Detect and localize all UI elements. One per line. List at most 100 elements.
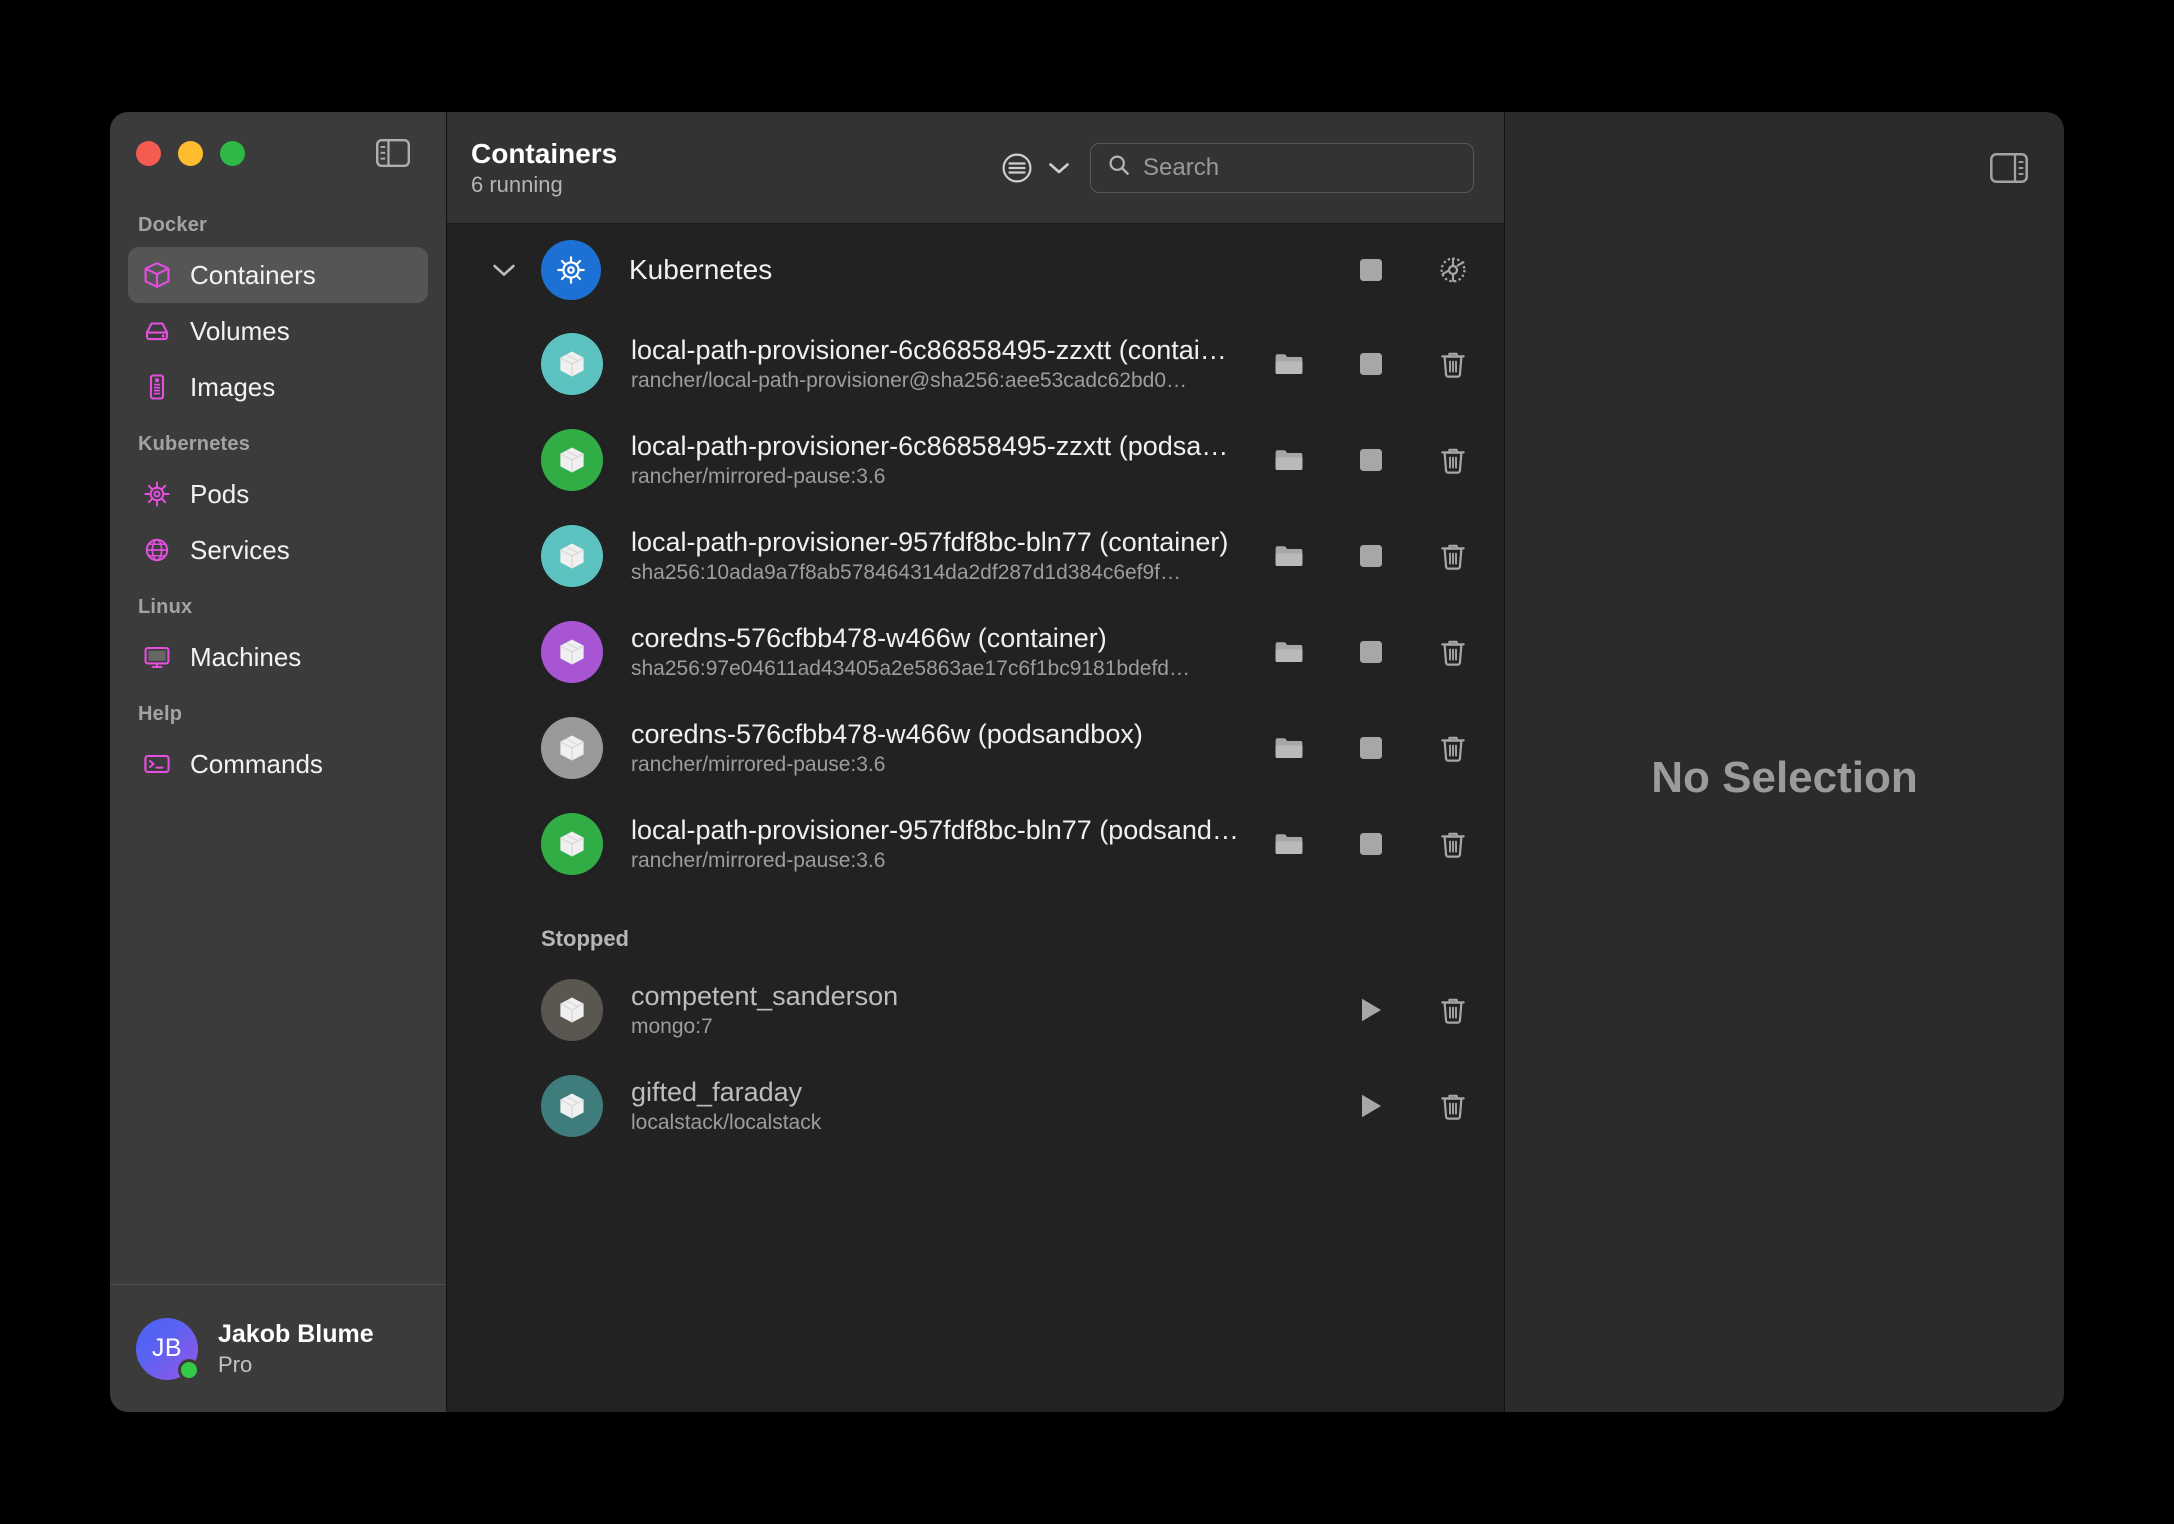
sidebar-nav: Docker Containers Volumes Images Kuberne… [110,194,446,1284]
container-row[interactable]: gifted_faraday localstack/localstack [447,1058,1504,1154]
container-name: gifted_faraday [631,1077,803,1107]
main-content: Containers 6 running Search Kubernetes l… [447,112,1504,1412]
folder-icon[interactable] [1268,439,1310,481]
sidebar-item-pods[interactable]: Pods [128,466,428,522]
sidebar-left-icon[interactable] [376,139,410,167]
container-row[interactable]: coredns-576cfbb478-w466w (podsandbox) ran… [447,700,1504,796]
user-profile[interactable]: JB Jakob Blume Pro [110,1284,446,1412]
no-selection-message: No Selection [1651,753,1918,802]
container-image: rancher/mirrored-pause:3.6 [631,753,886,776]
container-row[interactable]: local-path-provisioner-957fdf8bc-bln77 (… [447,796,1504,892]
sidebar-item-label: Services [190,534,290,565]
trash-icon[interactable] [1432,343,1474,385]
container-name: local-path-provisioner-957fdf8bc-bln77 (… [631,815,1239,845]
trash-icon[interactable] [1432,727,1474,769]
window-titlebar [110,112,446,194]
sidebar-item-label: Machines [190,641,302,672]
group-row-kubernetes[interactable]: Kubernetes [447,224,1504,316]
container-name: local-path-provisioner-6c86858495-zzxtt … [631,431,1229,461]
search-input[interactable] [1143,153,1457,182]
helm-wheel-icon [541,240,601,300]
trash-icon[interactable] [1432,989,1474,1031]
trash-icon[interactable] [1432,1085,1474,1127]
sidebar-item-services[interactable]: Services [128,522,428,578]
container-row[interactable]: local-path-provisioner-6c86858495-zzxtt … [447,316,1504,412]
sidebar-item-commands[interactable]: Commands [128,736,428,792]
group-actions [1350,249,1474,291]
row-actions [1268,535,1474,577]
layers-icon [142,372,172,402]
row-actions [1350,989,1474,1031]
container-avatar-icon [541,979,603,1041]
container-text: coredns-576cfbb478-w466w (container) sha2… [631,623,1248,681]
monitor-icon [142,642,172,672]
container-avatar-icon [541,1075,603,1137]
stop-square-icon[interactable] [1350,823,1392,865]
row-actions [1268,727,1474,769]
maximize-window-button[interactable] [220,140,245,166]
sidebar-item-containers[interactable]: Containers [128,247,428,303]
search-input-wrapper[interactable] [1090,142,1474,193]
sidebar-right-icon[interactable] [1990,153,2028,183]
stop-square-icon[interactable] [1350,631,1392,673]
sidebar-item-machines[interactable]: Machines [128,629,428,685]
sidebar: Docker Containers Volumes Images Kuberne… [110,112,447,1412]
container-avatar-icon [541,429,603,491]
chevron-down-icon[interactable] [487,263,521,278]
minimize-window-button[interactable] [178,140,203,166]
trash-icon[interactable] [1432,439,1474,481]
folder-icon[interactable] [1268,535,1310,577]
profile-name: Jakob Blume [218,1319,374,1348]
terminal-icon [142,749,172,779]
stop-square-icon[interactable] [1350,249,1392,291]
stop-square-icon[interactable] [1350,535,1392,577]
container-row[interactable]: local-path-provisioner-6c86858495-zzxtt … [447,412,1504,508]
folder-icon[interactable] [1268,343,1310,385]
filter-circle-icon [998,149,1036,187]
helm-wheel-icon [142,479,172,509]
close-window-button[interactable] [136,140,161,166]
container-text: competent_sanderson mongo:7 [631,981,1330,1039]
folder-icon[interactable] [1268,727,1310,769]
filter-menu-button[interactable] [998,149,1070,187]
stop-square-icon[interactable] [1350,727,1392,769]
play-icon[interactable] [1350,989,1392,1031]
nav-section-linux: Linux [138,596,193,618]
container-image: rancher/mirrored-pause:3.6 [631,849,886,872]
container-row[interactable]: coredns-576cfbb478-w466w (container) sha2… [447,604,1504,700]
row-actions [1268,343,1474,385]
sidebar-item-images[interactable]: Images [128,359,428,415]
folder-icon[interactable] [1268,823,1310,865]
container-row[interactable]: competent_sanderson mongo:7 [447,962,1504,1058]
folder-icon[interactable] [1268,631,1310,673]
trash-icon[interactable] [1432,535,1474,577]
trash-icon[interactable] [1432,823,1474,865]
chevron-down-icon [1048,161,1070,175]
sidebar-item-label: Containers [190,259,316,290]
container-avatar-icon [541,813,603,875]
sidebar-item-volumes[interactable]: Volumes [128,303,428,359]
stop-square-icon[interactable] [1350,439,1392,481]
container-avatar-icon [541,621,603,683]
gear-icon[interactable] [1432,249,1474,291]
container-list: Kubernetes local-path-provisioner-6c8685… [447,224,1504,1412]
container-row[interactable]: local-path-provisioner-957fdf8bc-bln77 (… [447,508,1504,604]
drive-icon [142,316,172,346]
stop-square-icon[interactable] [1350,343,1392,385]
trash-icon[interactable] [1432,631,1474,673]
container-name: local-path-provisioner-957fdf8bc-bln77 (… [631,527,1229,557]
container-image: sha256:10ada9a7f8ab578464314da2df287d1d3… [631,561,1182,584]
inspector-body: No Selection [1505,224,2064,1412]
nav-section-docker: Docker [138,214,208,236]
stopped-section-label: Stopped [541,926,629,951]
sidebar-item-label: Commands [190,748,323,779]
container-avatar-icon [541,717,603,779]
container-name: coredns-576cfbb478-w466w (podsandbox) [631,719,1143,749]
container-text: local-path-provisioner-957fdf8bc-bln77 (… [631,527,1248,585]
nav-section-help: Help [138,703,183,725]
container-text: gifted_faraday localstack/localstack [631,1077,1330,1135]
play-icon[interactable] [1350,1085,1392,1127]
header-titles: Containers 6 running [471,138,617,198]
globe-icon [142,535,172,565]
container-name: local-path-provisioner-6c86858495-zzxtt … [631,335,1227,365]
